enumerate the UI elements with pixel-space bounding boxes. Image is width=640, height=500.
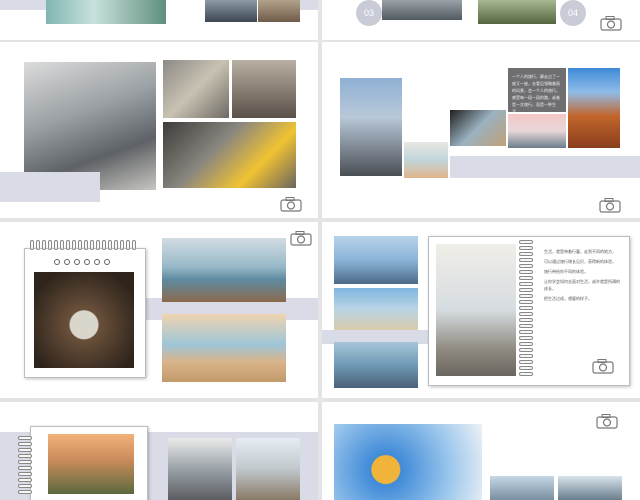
band	[300, 0, 318, 10]
photo-beach-chairs	[334, 288, 418, 334]
photo-waterfall	[46, 0, 166, 24]
photo-lake-view	[558, 476, 622, 500]
photo-beach-chair	[162, 314, 286, 382]
photo-mountains	[490, 476, 554, 500]
photo-beach-bag	[404, 142, 448, 178]
camera-icon	[599, 198, 621, 213]
slide-5[interactable]	[0, 222, 318, 398]
text-line: 生活，就是带着行囊，走到不同的地方，	[544, 249, 616, 254]
photo-globe-closeup	[334, 424, 482, 500]
photo-hands-globe	[34, 272, 134, 368]
photo-couple-lake	[162, 238, 286, 302]
notebook-icons	[54, 259, 110, 265]
text-line: 把生活过成，想要的样子。	[544, 296, 592, 301]
slide-number-badge: 04	[560, 0, 586, 26]
photo-storm-sea	[168, 438, 232, 500]
photo-krakow-church	[568, 68, 620, 148]
slide-7[interactable]	[0, 402, 318, 500]
photo-hiker-valley	[478, 0, 556, 24]
photo-bench	[258, 0, 300, 22]
travel-text: 生活，就是带着行囊，走到不同的地方， 可以通过旅行增长见识，获得新的体验， 旅行…	[544, 248, 620, 302]
photo-map-hands	[163, 60, 229, 118]
photo-backpacker-street	[232, 60, 296, 118]
camera-icon	[592, 359, 614, 374]
slide-8[interactable]	[322, 402, 640, 500]
band	[0, 172, 100, 202]
photo-hiker-sunset	[48, 434, 134, 494]
text-line: 旅行带给你不同的体验，	[544, 269, 588, 274]
camera-icon	[600, 16, 622, 31]
photo-eiffel-tower	[436, 244, 516, 376]
photo-car-mirror	[450, 110, 506, 146]
photo-camera-flatlay	[163, 122, 296, 188]
slide-1[interactable]	[0, 0, 318, 40]
notebook-spiral	[30, 240, 136, 250]
band	[0, 0, 46, 10]
photo-airport-luggage	[24, 62, 156, 190]
band	[450, 156, 640, 178]
text-line: 让你学会如何去面对生活，或许就是所谓的成长，	[544, 279, 620, 291]
intro-text-card: 一个人的旅行，静走过了一座又一座，去看见领略美丽的风景，会一个人的旅行，感受每一…	[508, 68, 566, 114]
photo-snow-mountain	[508, 114, 566, 148]
slide-6[interactable]: 生活，就是带着行囊，走到不同的地方， 可以通过旅行增长见识，获得新的体验， 旅行…	[322, 222, 640, 398]
photo-traveler-city	[205, 0, 257, 22]
text-line: 可以通过旅行增长见识，获得新的体验，	[544, 259, 616, 264]
slide-number-badge: 03	[356, 0, 382, 26]
photo-photographer	[334, 236, 418, 284]
camera-icon	[280, 197, 302, 212]
slide-3[interactable]	[0, 42, 318, 218]
notebook-spiral	[18, 436, 32, 494]
slide-2[interactable]: 03 04	[322, 0, 640, 40]
camera-icon	[596, 414, 618, 429]
photo-rock-sitter	[236, 438, 300, 500]
notebook-spiral	[519, 240, 533, 376]
photo-woman-skyscraper	[340, 78, 402, 176]
camera-icon	[290, 231, 312, 246]
photo-car-road	[382, 0, 462, 20]
photo-couple-sea	[334, 342, 418, 388]
slide-4[interactable]: 一个人的旅行，静走过了一座又一座，去看见领略美丽的风景，会一个人的旅行，感受每一…	[322, 42, 640, 218]
